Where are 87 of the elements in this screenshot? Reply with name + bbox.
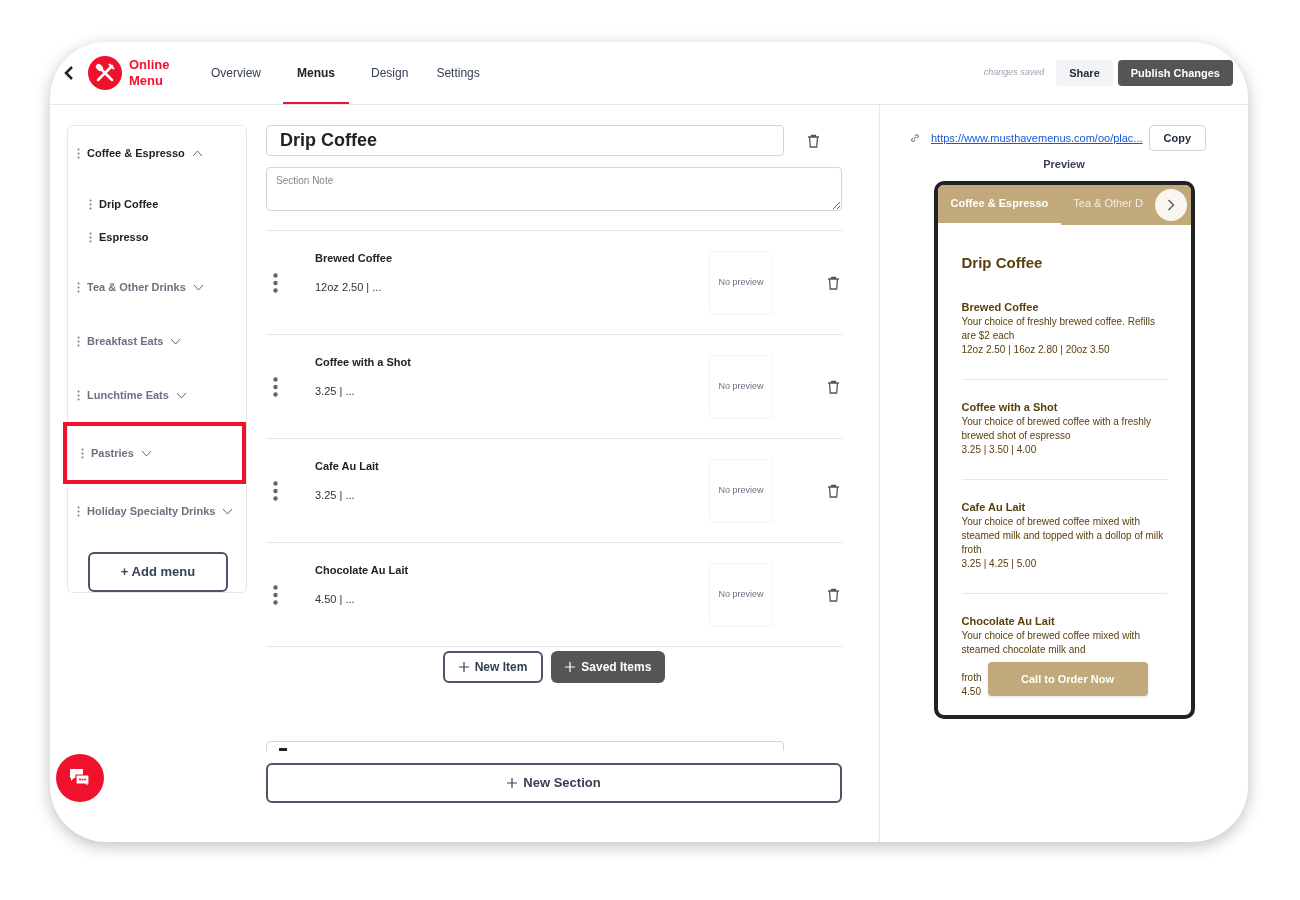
preview-item-description: froth [961,671,982,685]
nav-tab[interactable]: Design [365,42,415,104]
item-name[interactable]: Coffee with a Shot [315,354,709,371]
preview-item-prices: 12oz 2.50 | 16oz 2.80 | 20oz 3.50 [961,343,1111,357]
trash-icon[interactable] [827,379,840,394]
section-note-field[interactable]: Section Note [266,167,842,211]
add-menu-button[interactable]: + Add menu [88,552,228,592]
item-price: 4.50 | ... [315,591,356,607]
chevron-up-icon[interactable] [191,149,203,157]
nav-tab[interactable]: Settings [430,42,486,104]
drag-handle-icon[interactable] [77,147,80,159]
preview-item-name: Brewed Coffee [961,300,1040,315]
preview-item-description: Your choice of brewed coffee mixed with steamed chocolate milk and [961,629,1141,657]
drag-handle-icon[interactable] [77,389,80,401]
menu-link[interactable]: https://www.musthavemenus.com/oo/plac... [931,129,1143,147]
plus-icon [507,778,518,788]
plus-icon [565,662,576,672]
new-item-button[interactable]: New Item [442,651,544,683]
preview-item-prices: 3.25 | 3.50 | 4.00 [961,443,1038,457]
preview-item-prices: 3.25 | 4.25 | 5.00 [961,557,1038,571]
image-placeholder[interactable]: No preview [709,458,773,523]
publish-button[interactable]: Publish Changes [1117,60,1233,86]
image-placeholder[interactable]: No preview [709,354,773,419]
menu-item[interactable]: Coffee & Espresso [87,144,185,162]
preview-item-description: Your choice of freshly brewed coffee. Refills are $2 each [961,315,1156,343]
saved-items-button[interactable]: Saved Items [551,651,666,683]
chevron-down-icon[interactable] [222,507,234,515]
section-item[interactable]: Espresso [99,229,149,246]
chevron-down-icon[interactable] [140,449,152,457]
drag-handle-icon[interactable] [273,376,278,397]
image-placeholder[interactable]: No preview [709,250,773,315]
trash-icon[interactable] [827,587,840,602]
no-preview-text: No preview [718,483,764,497]
drag-handle-icon[interactable] [273,480,278,501]
share-button[interactable]: Share [1056,60,1113,86]
trash-icon[interactable] [827,275,840,290]
drag-handle-icon[interactable] [77,505,80,517]
drag-handle-icon[interactable] [89,232,92,243]
trash-icon[interactable] [827,483,840,498]
chevron-down-icon[interactable] [192,283,204,291]
chat-bubbles-icon [68,767,92,789]
item-name[interactable]: Cafe Au Lait [315,458,709,475]
link-icon [909,132,921,144]
drag-handle-icon[interactable] [77,281,80,293]
preview-item-name: Chocolate Au Lait [961,614,1056,629]
preview-item-description: Your choice of brewed coffee mixed with steamed milk and topped with a dollop of milk froth [961,515,1165,557]
drag-handle-icon[interactable] [77,335,80,347]
menu-item[interactable]: Pastries [91,444,134,462]
item-name[interactable]: Chocolate Au Lait [315,562,709,579]
fork-spoon-logo-icon [88,56,122,90]
drag-handle-icon[interactable] [81,447,84,459]
chat-button[interactable] [56,754,104,802]
item-price: 12oz 2.50 | ... [315,279,383,295]
menu-item[interactable]: Lunchtime Eats [87,386,169,404]
back-icon[interactable] [62,66,76,80]
menu-item[interactable]: Breakfast Eats [87,332,164,350]
save-status: changes saved [983,66,1045,80]
preview-item-description: Your choice of brewed coffee with a freshly brewed shot of espresso [961,415,1153,443]
preview-item-prices: 4.50 [961,685,981,699]
no-preview-text: No preview [718,275,764,289]
image-placeholder[interactable]: No preview [709,562,773,627]
chevron-right-icon [1166,198,1175,211]
drag-handle-icon[interactable] [89,199,92,210]
item-price: 3.25 | ... [315,487,356,503]
menu-item[interactable]: Holiday Specialty Drinks [87,502,216,520]
nav-tab[interactable]: Menus [283,42,350,104]
preview-label: Preview [1043,157,1085,172]
preview-item-name: Coffee with a Shot [961,400,1059,415]
no-preview-text: No preview [718,379,764,393]
copy-button[interactable]: Copy [1148,125,1207,151]
chevron-down-icon[interactable] [170,337,182,345]
nav-tab[interactable]: Overview [205,42,267,104]
new-section-button[interactable]: New Section [266,763,842,803]
trash-icon[interactable] [807,133,820,148]
chevron-down-icon[interactable] [175,391,187,399]
menu-item[interactable]: Tea & Other Drinks [87,278,186,296]
drag-handle-icon[interactable] [273,272,278,293]
section-item[interactable]: Drip Coffee [99,196,159,213]
section-title-field[interactable]: Drip Coffee [266,125,784,156]
item-price: 3.25 | ... [315,383,356,399]
app-name: Online Menu [129,57,171,89]
drag-handle-icon[interactable] [273,584,278,605]
preview-item-name: Cafe Au Lait [961,500,1027,515]
preview-section-title: Drip Coffee [961,252,1044,273]
no-preview-text: No preview [718,587,764,601]
plus-icon [458,662,469,672]
item-name[interactable]: Brewed Coffee [315,250,709,267]
